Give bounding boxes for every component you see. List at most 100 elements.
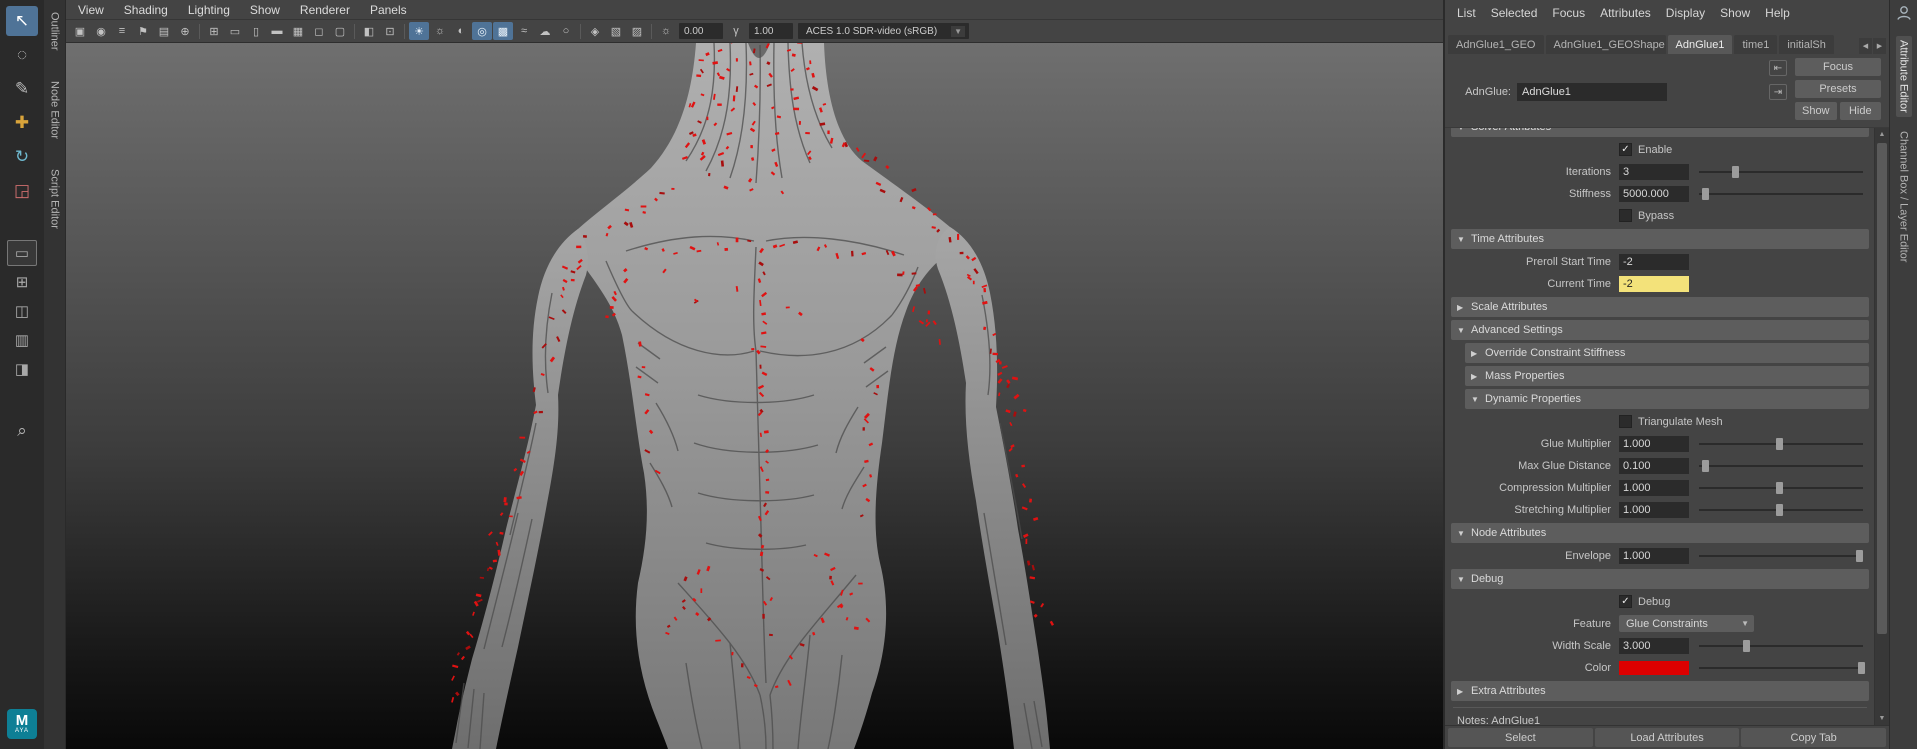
- lock-camera-icon[interactable]: ◉: [91, 22, 111, 40]
- copy-tab-button[interactable]: Copy Tab: [1741, 728, 1886, 747]
- menu-list[interactable]: List: [1457, 6, 1476, 20]
- field-chart-icon[interactable]: ▦: [288, 22, 308, 40]
- tab-adnglue1-geoshape[interactable]: AdnGlue1_GEOShape: [1546, 35, 1666, 54]
- tab-scroll-left-icon[interactable]: ◀: [1859, 38, 1872, 54]
- viewport-canvas[interactable]: [66, 43, 1443, 749]
- section-dynamic-properties[interactable]: ▼ Dynamic Properties: [1465, 389, 1869, 409]
- compression-multiplier-field[interactable]: 1.000: [1619, 480, 1689, 496]
- section-advanced-settings[interactable]: ▼ Advanced Settings: [1451, 320, 1869, 340]
- menu-view[interactable]: View: [78, 3, 104, 17]
- sidebar-tab-outliner[interactable]: Outliner: [47, 8, 63, 55]
- max-glue-distance-slider[interactable]: [1699, 459, 1863, 473]
- iterations-field[interactable]: 3: [1619, 164, 1689, 180]
- focus-button[interactable]: Focus: [1795, 58, 1881, 76]
- single-pane-layout-icon[interactable]: ▭: [7, 240, 37, 266]
- rotate-tool-icon[interactable]: ↻: [6, 142, 38, 172]
- safe-title-icon[interactable]: ▢: [330, 22, 350, 40]
- glue-multiplier-field[interactable]: 1.000: [1619, 436, 1689, 452]
- gamma-field[interactable]: 1.00: [749, 23, 793, 39]
- hide-button[interactable]: Hide: [1840, 102, 1882, 120]
- all-lights-icon[interactable]: ☼: [430, 22, 450, 40]
- color-slider[interactable]: [1699, 661, 1863, 675]
- menu-renderer[interactable]: Renderer: [300, 3, 350, 17]
- section-node-attributes[interactable]: ▼ Node Attributes: [1451, 523, 1869, 543]
- menu-lighting[interactable]: Lighting: [188, 3, 230, 17]
- two-pane-layout-icon[interactable]: ◫: [7, 298, 37, 324]
- enable-checkbox[interactable]: ✓: [1619, 143, 1632, 156]
- compression-multiplier-slider[interactable]: [1699, 481, 1863, 495]
- zoom-tool-icon[interactable]: ⌕: [6, 416, 38, 446]
- section-debug[interactable]: ▼ Debug: [1451, 569, 1869, 589]
- grid-icon[interactable]: ⊞: [204, 22, 224, 40]
- menu-panels[interactable]: Panels: [370, 3, 407, 17]
- menu-focus[interactable]: Focus: [1552, 6, 1585, 20]
- gate-mask-icon[interactable]: ▬: [267, 22, 287, 40]
- menu-help[interactable]: Help: [1765, 6, 1790, 20]
- max-glue-distance-field[interactable]: 0.100: [1619, 458, 1689, 474]
- section-scale-attributes[interactable]: ▶ Scale Attributes: [1451, 297, 1869, 317]
- presets-button[interactable]: Presets: [1795, 80, 1881, 98]
- glue-multiplier-slider[interactable]: [1699, 437, 1863, 451]
- load-attributes-button[interactable]: Load Attributes: [1595, 728, 1740, 747]
- scrollbar-track[interactable]: [1875, 141, 1889, 712]
- outliner-pane-layout-icon[interactable]: ▥: [7, 327, 37, 353]
- width-scale-slider[interactable]: [1699, 639, 1863, 653]
- scrollbar-thumb[interactable]: [1877, 143, 1887, 634]
- motion-blur-icon[interactable]: ≈: [514, 22, 534, 40]
- sidebar-tab-script-editor[interactable]: Script Editor: [47, 165, 63, 233]
- user-account-icon[interactable]: [1895, 4, 1913, 22]
- color-swatch[interactable]: [1619, 661, 1689, 675]
- select-tool-icon[interactable]: ↖: [6, 6, 38, 36]
- default-lighting-icon[interactable]: ☀: [409, 22, 429, 40]
- frame-all-icon[interactable]: ⊡: [380, 22, 400, 40]
- safe-action-icon[interactable]: ◻: [309, 22, 329, 40]
- stiffness-field[interactable]: 5000.000: [1619, 186, 1689, 202]
- preroll-start-time-field[interactable]: -2: [1619, 254, 1689, 270]
- triangulate-mesh-checkbox[interactable]: [1619, 415, 1632, 428]
- menu-display[interactable]: Display: [1666, 6, 1705, 20]
- depth-of-field-icon[interactable]: ○: [556, 22, 576, 40]
- image-plane-icon[interactable]: ▤: [154, 22, 174, 40]
- section-extra-attributes[interactable]: ▶ Extra Attributes: [1451, 681, 1869, 701]
- scroll-up-icon[interactable]: ▲: [1875, 128, 1889, 141]
- node-name-field[interactable]: AdnGlue1: [1517, 83, 1667, 101]
- open-in-window-icon[interactable]: ⇤: [1769, 60, 1787, 76]
- section-mass-properties[interactable]: ▶ Mass Properties: [1465, 366, 1869, 386]
- exposure-field[interactable]: 0.00: [679, 23, 723, 39]
- current-time-field[interactable]: -2: [1619, 276, 1689, 292]
- gamma-icon[interactable]: γ: [726, 22, 746, 40]
- feature-dropdown[interactable]: Glue Constraints ▼: [1619, 615, 1754, 632]
- menu-show[interactable]: Show: [250, 3, 280, 17]
- stretching-multiplier-slider[interactable]: [1699, 503, 1863, 517]
- tab-adnglue1[interactable]: AdnGlue1: [1668, 35, 1733, 54]
- select-button[interactable]: Select: [1448, 728, 1593, 747]
- film-gate-icon[interactable]: ▭: [225, 22, 245, 40]
- tab-scroll-right-icon[interactable]: ▶: [1873, 38, 1886, 54]
- persp-outliner-layout-icon[interactable]: ◨: [7, 356, 37, 382]
- tab-time1[interactable]: time1: [1734, 35, 1777, 54]
- wireframe-on-shaded-icon[interactable]: ▨: [627, 22, 647, 40]
- sidebar-tab-channel-box[interactable]: Channel Box / Layer Editor: [1896, 127, 1912, 266]
- sidebar-tab-attribute-editor[interactable]: Attribute Editor: [1896, 36, 1912, 117]
- envelope-field[interactable]: 1.000: [1619, 548, 1689, 564]
- debug-checkbox[interactable]: ✓: [1619, 595, 1632, 608]
- menu-show[interactable]: Show: [1720, 6, 1750, 20]
- envelope-slider[interactable]: [1699, 549, 1863, 563]
- scroll-down-icon[interactable]: ▼: [1875, 712, 1889, 725]
- lasso-select-tool-icon[interactable]: ◌: [6, 40, 38, 70]
- exposure-icon[interactable]: ☼: [656, 22, 676, 40]
- camera-attributes-icon[interactable]: ≡: [112, 22, 132, 40]
- sidebar-tab-node-editor[interactable]: Node Editor: [47, 77, 63, 143]
- tab-adnglue1-geo[interactable]: AdnGlue1_GEO: [1448, 35, 1544, 54]
- width-scale-field[interactable]: 3.000: [1619, 638, 1689, 654]
- menu-shading[interactable]: Shading: [124, 3, 168, 17]
- stiffness-slider[interactable]: [1699, 187, 1863, 201]
- pin-attribute-editor-icon[interactable]: ⇥: [1769, 84, 1787, 100]
- anti-aliasing-icon[interactable]: ▩: [493, 22, 513, 40]
- section-solver-attributes[interactable]: ▼ Solver Attributes: [1451, 128, 1869, 137]
- paint-select-tool-icon[interactable]: ✎: [6, 74, 38, 104]
- section-time-attributes[interactable]: ▼ Time Attributes: [1451, 229, 1869, 249]
- ambient-occlusion-icon[interactable]: ◎: [472, 22, 492, 40]
- two-d-pan-zoom-icon[interactable]: ⊕: [175, 22, 195, 40]
- xray-icon[interactable]: ▧: [606, 22, 626, 40]
